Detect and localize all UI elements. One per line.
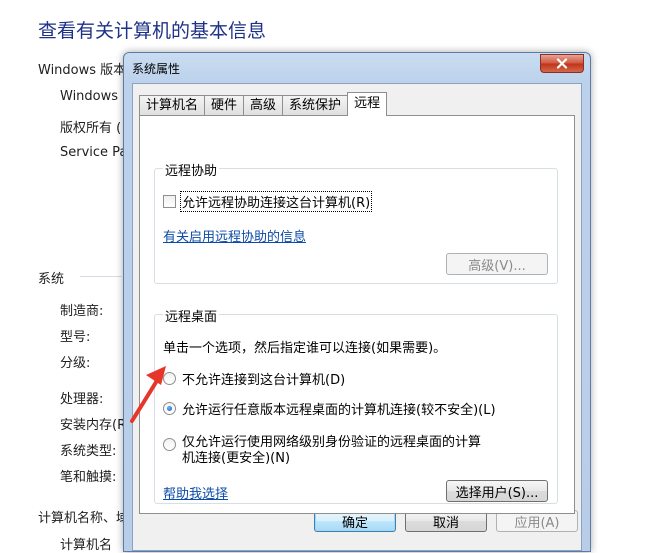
radio-allow-nla[interactable] xyxy=(163,438,176,451)
pen-touch-label: 笔和触摸: xyxy=(60,470,117,485)
remote-assistance-checkbox-label[interactable]: 允许远程协助连接这台计算机(R) xyxy=(180,191,373,212)
radio-option-deny[interactable]: 不允许连接到这台计算机(D) xyxy=(163,369,345,388)
radio-allow-any-label[interactable]: 允许运行任意版本远程桌面的计算机连接(较不安全)(L) xyxy=(182,399,496,418)
system-properties-dialog: 系统属性 计算机名 硬件 高级 系统保护 远程 远程协助 允许远程协助连接这台计… xyxy=(123,52,591,552)
memory-label: 安装内存(R xyxy=(60,418,127,433)
service-pack-item: Service Pa xyxy=(60,145,128,160)
processor-label: 处理器: xyxy=(60,392,104,407)
select-users-button[interactable]: 选择用户(S)... xyxy=(446,480,548,502)
system-type-label: 系统类型: xyxy=(60,444,117,459)
remote-desktop-legend: 远程桌面 xyxy=(163,306,220,325)
help-me-choose-link[interactable]: 帮助我选择 xyxy=(163,483,228,502)
remote-assistance-info-link[interactable]: 有关启用远程协助的信息 xyxy=(163,226,306,245)
remote-assistance-checkbox[interactable] xyxy=(163,195,176,208)
radio-option-allow-nla[interactable]: 仅允许运行使用网络级别身份验证的远程桌面的计算 机连接(更安全)(N) xyxy=(163,435,481,467)
edition-item: Windows xyxy=(60,89,119,104)
remote-assistance-group: 远程协助 允许远程协助连接这台计算机(R) 有关启用远程协助的信息 高级(V).… xyxy=(154,160,558,284)
rating-label: 分级: xyxy=(60,356,91,371)
remote-tab-panel: 远程协助 允许远程协助连接这台计算机(R) 有关启用远程协助的信息 高级(V).… xyxy=(139,115,575,514)
radio-allow-nla-label-line1: 仅允许运行使用网络级别身份验证的远程桌面的计算 xyxy=(182,435,482,450)
annotation-arrow-icon xyxy=(130,366,166,423)
radio-deny-label[interactable]: 不允许连接到这台计算机(D) xyxy=(182,369,345,388)
radio-allow-nla-label-line2: 机连接(更安全)(N) xyxy=(182,451,291,466)
remote-desktop-instruction: 单击一个选项，然后指定谁可以连接(如果需要)。 xyxy=(163,341,447,356)
tab-computer-name[interactable]: 计算机名 xyxy=(139,95,206,116)
remote-desktop-group: 远程桌面 单击一个选项，然后指定谁可以连接(如果需要)。 不允许连接到这台计算机… xyxy=(154,306,558,504)
remote-assistance-legend: 远程协助 xyxy=(163,160,220,179)
close-button[interactable] xyxy=(540,54,584,73)
computer-name-heading: 计算机名称、域 xyxy=(38,511,130,526)
tab-system-protection[interactable]: 系统保护 xyxy=(282,95,349,116)
manufacturer-label: 制造商: xyxy=(60,304,104,319)
model-label: 型号: xyxy=(60,330,91,345)
tab-hardware[interactable]: 硬件 xyxy=(204,95,245,116)
tab-remote[interactable]: 远程 xyxy=(347,92,388,116)
tab-advanced[interactable]: 高级 xyxy=(243,95,284,116)
page-title: 查看有关计算机的基本信息 xyxy=(38,20,267,42)
advanced-button[interactable]: 高级(V)... xyxy=(446,253,548,275)
computer-name-label: 计算机名 xyxy=(60,538,113,553)
close-icon xyxy=(556,58,568,69)
dialog-client-area: 计算机名 硬件 高级 系统保护 远程 远程协助 允许远程协助连接这台计算机(R)… xyxy=(132,83,582,551)
radio-option-allow-any[interactable]: 允许运行任意版本远程桌面的计算机连接(较不安全)(L) xyxy=(163,399,496,418)
remote-assistance-checkbox-row[interactable]: 允许远程协助连接这台计算机(R) xyxy=(163,191,373,212)
windows-edition-heading: Windows 版本 xyxy=(38,63,127,78)
copyright-item: 版权所有 ( xyxy=(60,121,122,136)
system-heading: 系统 xyxy=(38,272,65,287)
radio-allow-nla-label[interactable]: 仅允许运行使用网络级别身份验证的远程桌面的计算 机连接(更安全)(N) xyxy=(182,435,481,467)
tab-strip: 计算机名 硬件 高级 系统保护 远程 xyxy=(139,92,388,116)
section-divider xyxy=(80,276,122,277)
dialog-title: 系统属性 xyxy=(132,62,181,76)
